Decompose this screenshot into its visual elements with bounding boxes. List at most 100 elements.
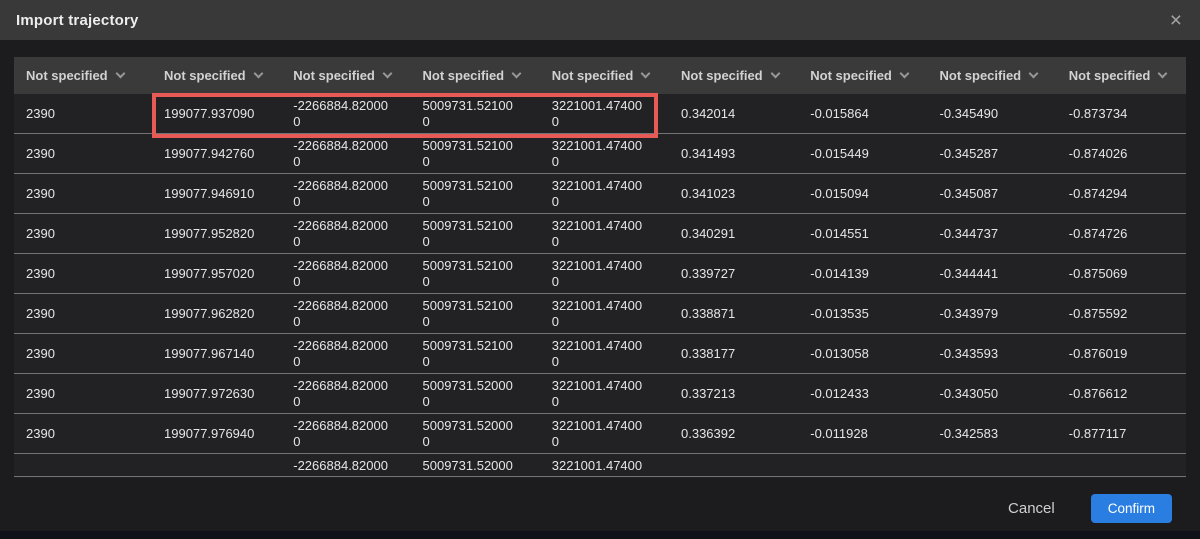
table-cell: 0.341493: [669, 146, 798, 162]
table-cell: -0.345490: [928, 106, 1057, 122]
column-header-dropdown-8[interactable]: Not specified: [928, 57, 1057, 94]
chevron-down-icon: [253, 69, 263, 79]
table-cell: -0.013535: [798, 306, 927, 322]
table-cell: [798, 454, 927, 458]
table-cell: -0.345287: [928, 146, 1057, 162]
table-row: 2390199077.937090-2266884.8200005009731.…: [14, 94, 1186, 134]
column-header-label: Not specified: [681, 68, 763, 83]
table-cell: 3221001.474000: [540, 454, 669, 477]
table-cell: -2266884.820000: [281, 338, 410, 370]
table-cell: -2266884.820000: [281, 98, 410, 130]
table-cell: 3221001.474000: [540, 418, 669, 450]
table-cell: 2390: [14, 386, 152, 402]
table-header-row: Not specified Not specified Not specified N…: [14, 57, 1186, 94]
column-header-label: Not specified: [164, 68, 246, 83]
table-cell: -2266884.820000: [281, 178, 410, 210]
chevron-down-icon: [1029, 69, 1039, 79]
column-header-label: Not specified: [423, 68, 505, 83]
table-container: Not specified Not specified Not specified N…: [0, 40, 1200, 478]
table-cell: -0.343979: [928, 306, 1057, 322]
table-cell: 5009731.521000: [411, 298, 540, 330]
table-cell: 0.338871: [669, 306, 798, 322]
import-trajectory-dialog: Import trajectory × Not specifiedNot spe…: [0, 0, 1200, 539]
table-row: 2390199077.972630-2266884.8200005009731.…: [14, 374, 1186, 414]
table-cell: -2266884.820000: [281, 218, 410, 250]
chevron-down-icon: [641, 69, 651, 79]
table-cell: 2390: [14, 106, 152, 122]
column-header-label: Not specified: [26, 68, 108, 83]
table-cell: 3221001.474000: [540, 98, 669, 130]
table-cell: -0.876612: [1057, 386, 1186, 402]
table-cell: 3221001.474000: [540, 178, 669, 210]
table-cell: 0.341023: [669, 186, 798, 202]
table-cell: 5009731.521000: [411, 138, 540, 170]
column-header-dropdown-7[interactable]: Not specified: [798, 57, 927, 94]
close-icon[interactable]: ×: [1170, 10, 1182, 31]
column-header-label: Not specified: [1069, 68, 1151, 83]
chevron-down-icon: [770, 69, 780, 79]
dialog-bottom-edge: [0, 531, 1200, 539]
table-cell: -0.873734: [1057, 106, 1186, 122]
table-cell: 199077.967140: [152, 346, 281, 362]
column-header-dropdown-6[interactable]: Not specified: [669, 57, 798, 94]
table-cell: -0.344441: [928, 266, 1057, 282]
column-header-dropdown-2[interactable]: Not specified: [152, 57, 281, 94]
table-cell: [669, 454, 798, 458]
column-header-dropdown-9[interactable]: Not specified: [1057, 57, 1186, 94]
column-header-dropdown-1[interactable]: Not specified: [14, 57, 152, 94]
table-cell: 0.342014: [669, 106, 798, 122]
table-cell: 5009731.521000: [411, 338, 540, 370]
column-header-dropdown-3[interactable]: Not specified: [281, 57, 410, 94]
table-cell: -0.876019: [1057, 346, 1186, 362]
table-cell: 199077.976940: [152, 426, 281, 442]
table-cell: -0.874026: [1057, 146, 1186, 162]
table-cell: 3221001.474000: [540, 218, 669, 250]
table-cell: -0.014139: [798, 266, 927, 282]
table-cell: 199077.957020: [152, 266, 281, 282]
chevron-down-icon: [1158, 69, 1168, 79]
table-row: 2390199077.957020-2266884.8200005009731.…: [14, 254, 1186, 294]
chevron-down-icon: [512, 69, 522, 79]
table-cell: 199077.972630: [152, 386, 281, 402]
table-cell: 5009731.521000: [411, 218, 540, 250]
column-header-label: Not specified: [940, 68, 1022, 83]
table-cell: 2390: [14, 346, 152, 362]
table-cell: 5009731.520000: [411, 418, 540, 450]
table-cell: -0.014551: [798, 226, 927, 242]
table-cell: -0.342583: [928, 426, 1057, 442]
table-cell: 5009731.520000: [411, 454, 540, 477]
table-cell: 2390: [14, 226, 152, 242]
column-header-dropdown-4[interactable]: Not specified: [411, 57, 540, 94]
table-body: 2390199077.937090-2266884.8200005009731.…: [14, 94, 1186, 478]
table-cell: 5009731.520000: [411, 378, 540, 410]
table-cell: -0.015864: [798, 106, 927, 122]
cancel-button[interactable]: Cancel: [1008, 500, 1055, 517]
table-cell: -0.345087: [928, 186, 1057, 202]
table-row: 2390199077.952820-2266884.8200005009731.…: [14, 214, 1186, 254]
column-header-dropdown-5[interactable]: Not specified: [540, 57, 669, 94]
column-header-label: Not specified: [552, 68, 634, 83]
table-cell: [14, 454, 152, 458]
table-row: 2390199077.942760-2266884.8200005009731.…: [14, 134, 1186, 174]
dialog-titlebar: Import trajectory ×: [0, 0, 1200, 40]
table-cell: -2266884.820000: [281, 298, 410, 330]
table-cell: -2266884.820000: [281, 258, 410, 290]
table-cell: -0.343593: [928, 346, 1057, 362]
table-cell: 2390: [14, 426, 152, 442]
table-cell: 2390: [14, 306, 152, 322]
table-cell: 0.336392: [669, 426, 798, 442]
confirm-button[interactable]: Confirm: [1091, 494, 1172, 523]
table-cell: [1057, 454, 1186, 458]
table-cell: -0.012433: [798, 386, 927, 402]
table-cell: 0.337213: [669, 386, 798, 402]
table-cell: -2266884.820000: [281, 138, 410, 170]
table-cell: 199077.952820: [152, 226, 281, 242]
table-cell: -2266884.820000: [281, 454, 410, 477]
table-cell: -0.875592: [1057, 306, 1186, 322]
table-cell: 199077.946910: [152, 186, 281, 202]
table-row: 2390199077.976940-2266884.8200005009731.…: [14, 414, 1186, 454]
table-cell: 2390: [14, 266, 152, 282]
table-cell: -0.344737: [928, 226, 1057, 242]
table-cell: -0.013058: [798, 346, 927, 362]
table-cell: -0.015449: [798, 146, 927, 162]
